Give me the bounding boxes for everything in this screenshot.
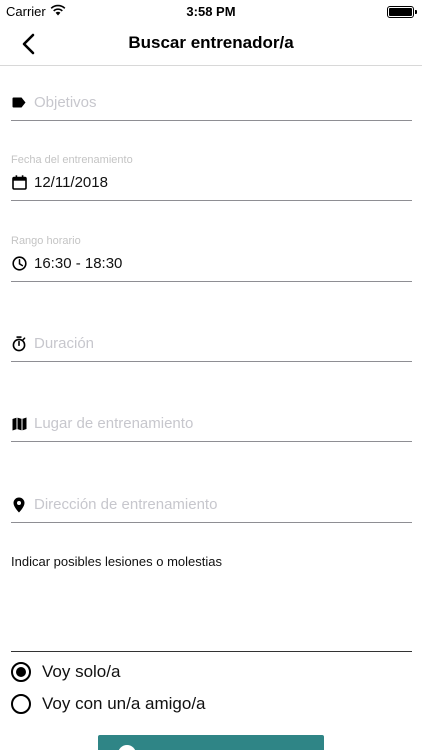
training-address-placeholder: Dirección de entrenamiento bbox=[34, 496, 218, 513]
training-place-field[interactable]: Lugar de entrenamiento bbox=[11, 410, 412, 442]
date-field[interactable]: Fecha del entrenamiento 12/11/2018 bbox=[11, 152, 412, 201]
radio-selected-icon[interactable] bbox=[11, 662, 31, 682]
location-pin-icon bbox=[11, 497, 27, 513]
time-range-field[interactable]: Rango horario 16:30 - 18:30 bbox=[11, 233, 412, 282]
date-label: Fecha del entrenamiento bbox=[11, 154, 133, 166]
injuries-label: Indicar posibles lesiones o molestias bbox=[11, 554, 222, 569]
search-trainer-button[interactable] bbox=[98, 735, 324, 750]
time-range-label: Rango horario bbox=[11, 235, 81, 247]
radio-label-with-friend: Voy con un/a amigo/a bbox=[42, 694, 206, 713]
calendar-icon bbox=[11, 175, 27, 191]
radio-option-alone[interactable]: Voy solo/a bbox=[11, 662, 120, 682]
status-time: 3:58 PM bbox=[186, 4, 236, 19]
injuries-textarea[interactable]: Indicar posibles lesiones o molestias bbox=[11, 544, 412, 652]
battery-icon bbox=[387, 6, 417, 18]
time-range-value: 16:30 - 18:30 bbox=[34, 255, 123, 272]
duration-placeholder: Duración bbox=[34, 335, 95, 352]
date-value: 12/11/2018 bbox=[34, 174, 108, 191]
training-place-placeholder: Lugar de entrenamiento bbox=[34, 415, 194, 432]
page-title: Buscar entrenador/a bbox=[128, 33, 294, 52]
objectives-field[interactable]: Objetivos bbox=[11, 88, 412, 121]
status-bar: Carrier 3:58 PM bbox=[0, 0, 422, 22]
tag-icon bbox=[11, 95, 27, 111]
button-icon bbox=[118, 745, 136, 750]
stopwatch-icon bbox=[11, 335, 27, 352]
radio-unselected-icon[interactable] bbox=[11, 694, 31, 714]
objectives-placeholder: Objetivos bbox=[34, 94, 97, 111]
clock-icon bbox=[11, 256, 27, 272]
training-address-field[interactable]: Dirección de entrenamiento bbox=[11, 490, 412, 523]
duration-field[interactable]: Duración bbox=[11, 330, 412, 362]
radio-option-with-friend[interactable]: Voy con un/a amigo/a bbox=[11, 694, 206, 714]
map-icon bbox=[11, 416, 27, 432]
radio-label-alone: Voy solo/a bbox=[42, 662, 121, 681]
navigation-bar: Buscar entrenador/a bbox=[0, 22, 422, 66]
